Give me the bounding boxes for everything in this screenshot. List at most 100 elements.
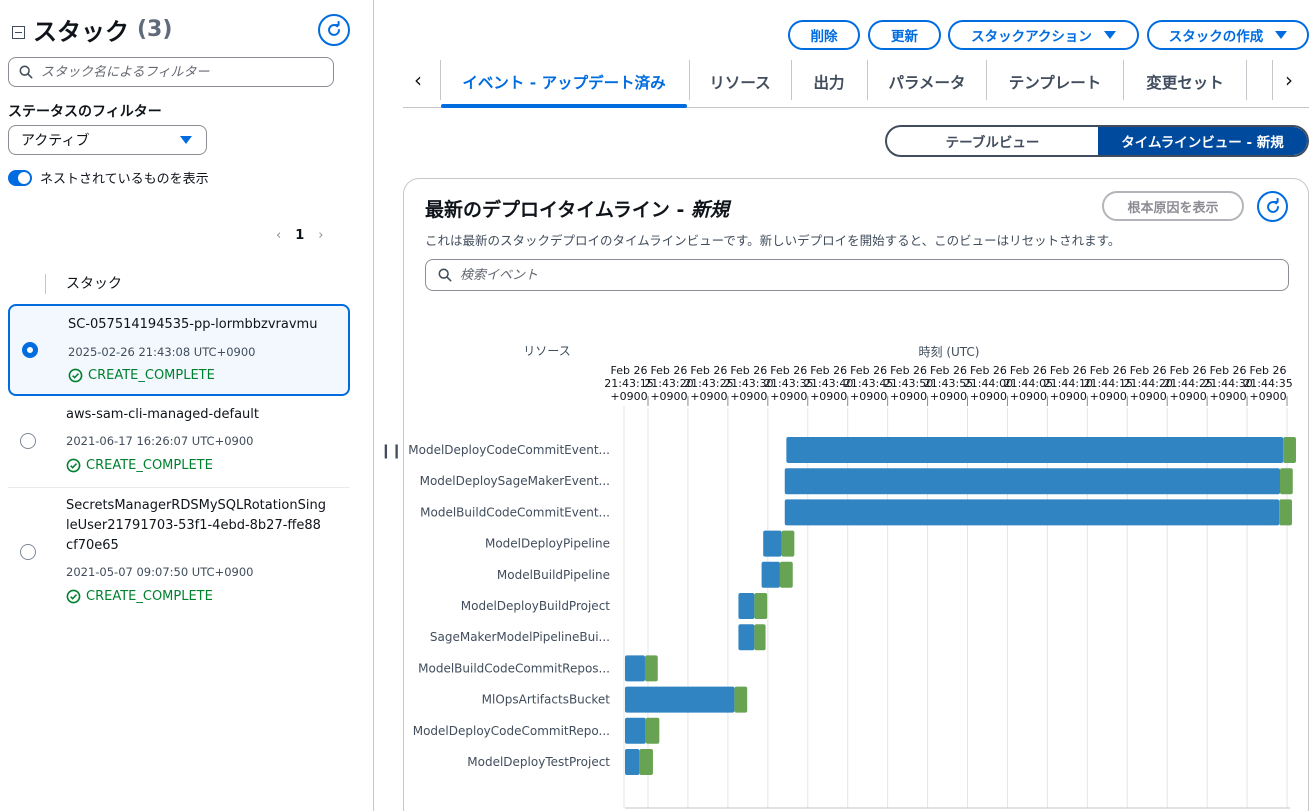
resource-label: ModelBuildCodeCommitEvent... (420, 505, 610, 519)
tab-change-sets[interactable]: 変更セット (1124, 60, 1246, 104)
resource-complete-bar (779, 561, 793, 588)
panel-resize-handle[interactable]: ❙❙ (380, 443, 402, 459)
time-tick-label: 21:44:35 (1243, 377, 1292, 390)
refresh-timeline-button[interactable] (1257, 191, 1288, 222)
stack-actions-button[interactable]: スタックアクション (948, 20, 1139, 50)
resource-label: ModelDeployCodeCommitEvent... (408, 443, 610, 457)
resource-label: ModelDeployTestProject (467, 755, 610, 769)
resource-complete-bar (781, 530, 795, 557)
time-tick-label: Feb 26 (890, 364, 927, 377)
stack-name-3[interactable]: SecretsManagerRDSMySQLRotationSingleUser… (66, 496, 328, 556)
update-button[interactable]: 更新 (868, 20, 941, 50)
stack-actions-label: スタックアクション (971, 29, 1092, 45)
card-description: これは最新のスタックデプロイのタイムラインビューです。新しいデプロイを開始すると… (425, 233, 1121, 248)
nested-toggle-label: ネストされているものを表示 (40, 172, 209, 187)
resource-complete-bar (754, 624, 766, 651)
resource-progress-bar (784, 499, 1280, 526)
stack-name-1[interactable]: SC-057514194535-pp-lormbbzvravmu (68, 315, 338, 335)
tab-events[interactable]: イベント - アップデート済み (441, 60, 687, 104)
time-tick-label: +0900 (1130, 390, 1167, 403)
time-tick-label: Feb 26 (1050, 364, 1087, 377)
resource-progress-bar (784, 468, 1280, 495)
tab-outputs[interactable]: 出力 (792, 60, 866, 104)
prev-page-icon[interactable]: ‹ (276, 228, 281, 243)
refresh-stacks-button[interactable] (318, 14, 350, 46)
stack-date-2: 2021-06-17 16:26:07 UTC+0900 (66, 434, 254, 448)
resource-label: ModelDeployBuildProject (461, 599, 611, 613)
stacks-header: スタック (3) (12, 12, 172, 47)
stack-status-2: CREATE_COMPLETE (66, 458, 213, 473)
time-tick-label: +0900 (1249, 390, 1286, 403)
tab-template[interactable]: テンプレート (987, 60, 1123, 104)
nested-toggle[interactable] (8, 169, 32, 186)
view-toggle: テーブルビュー タイムラインビュー - 新規 (885, 125, 1309, 157)
tab-scroll-left-icon[interactable]: ‹ (414, 68, 422, 92)
resource-complete-bar (639, 749, 653, 775)
time-tick-label: +0900 (1010, 390, 1047, 403)
stack-status-3: CREATE_COMPLETE (66, 589, 213, 604)
stack-filter-search[interactable] (8, 57, 334, 87)
create-stack-label: スタックの作成 (1168, 29, 1264, 45)
tab-divider (1272, 60, 1273, 100)
time-tick-label: Feb 26 (730, 364, 767, 377)
stack-item-2[interactable]: aws-sam-cli-managed-default 2021-06-17 1… (8, 397, 350, 487)
status-filter-value: アクティブ (21, 133, 90, 149)
stack-name-2[interactable]: aws-sam-cli-managed-default (66, 405, 336, 425)
time-tick-label: +0900 (730, 390, 767, 403)
caret-down-icon (180, 136, 192, 144)
resource-progress-bar (786, 437, 1284, 463)
stack-item-1[interactable]: SC-057514194535-pp-lormbbzvravmu 2025-02… (8, 304, 350, 396)
resource-label: ModelDeployCodeCommitRepo... (413, 724, 610, 738)
time-tick-label: +0900 (1170, 390, 1207, 403)
stack-item-3[interactable]: SecretsManagerRDSMySQLRotationSingleUser… (8, 488, 350, 618)
timeline-view-button[interactable]: タイムラインビュー - 新規 (1098, 127, 1307, 155)
caret-down-icon (1275, 31, 1288, 39)
table-view-button[interactable]: テーブルビュー (887, 127, 1098, 155)
stack-status-1: CREATE_COMPLETE (68, 368, 215, 383)
refresh-icon (328, 21, 340, 36)
resource-complete-bar (734, 686, 748, 713)
deploy-timeline-chart: リソース 時刻 (UTC)Feb 2621:43:15+0900Feb 2621:… (408, 344, 1296, 809)
tab-scroll-right-icon[interactable]: › (1285, 68, 1293, 92)
stack-status-text-1: CREATE_COMPLETE (88, 368, 215, 383)
page-number[interactable]: 1 (295, 228, 304, 243)
resource-progress-bar (738, 624, 755, 651)
time-tick-label: +0900 (690, 390, 727, 403)
stack-radio-3[interactable] (20, 544, 36, 560)
stack-radio-2[interactable] (20, 433, 36, 449)
next-page-icon[interactable]: › (318, 228, 323, 243)
resource-column-label: リソース (523, 344, 570, 358)
time-tick-label: Feb 26 (1250, 364, 1287, 377)
tab-resources[interactable]: リソース (690, 60, 790, 104)
check-circle-icon (66, 589, 81, 604)
create-stack-button[interactable]: スタックの作成 (1147, 20, 1309, 50)
collapse-icon[interactable] (12, 26, 25, 39)
resource-progress-bar (625, 686, 735, 713)
active-tab-indicator (441, 104, 687, 108)
delete-button[interactable]: 削除 (788, 20, 860, 50)
time-tick-label: Feb 26 (810, 364, 847, 377)
status-filter-select[interactable]: アクティブ (8, 125, 207, 155)
time-tick-label: +0900 (930, 390, 967, 403)
tab-parameters[interactable]: パラメータ (868, 60, 986, 104)
time-tick-label: Feb 26 (970, 364, 1007, 377)
event-search-input[interactable] (460, 267, 1260, 283)
time-tick-label: +0900 (890, 390, 927, 403)
card-title-new: 新規 (691, 199, 730, 221)
status-filter-label: ステータスのフィルター (8, 104, 162, 120)
stack-radio-1[interactable] (22, 342, 38, 358)
event-search[interactable] (425, 259, 1289, 291)
stack-filter-input[interactable] (41, 64, 321, 80)
time-tick-label: Feb 26 (770, 364, 807, 377)
resource-progress-bar (738, 593, 755, 619)
resource-label: ModelDeployPipeline (485, 537, 610, 551)
time-tick-label: +0900 (850, 390, 887, 403)
time-tick-label: Feb 26 (1010, 364, 1047, 377)
time-tick-label: +0900 (610, 390, 647, 403)
time-tick-label: Feb 26 (690, 364, 727, 377)
stacks-count: (3) (137, 17, 173, 42)
resource-progress-bar (761, 561, 780, 588)
root-cause-button[interactable]: 根本原因を表示 (1102, 191, 1244, 221)
time-tick-label: +0900 (1209, 390, 1246, 403)
time-tick-label: +0900 (970, 390, 1007, 403)
